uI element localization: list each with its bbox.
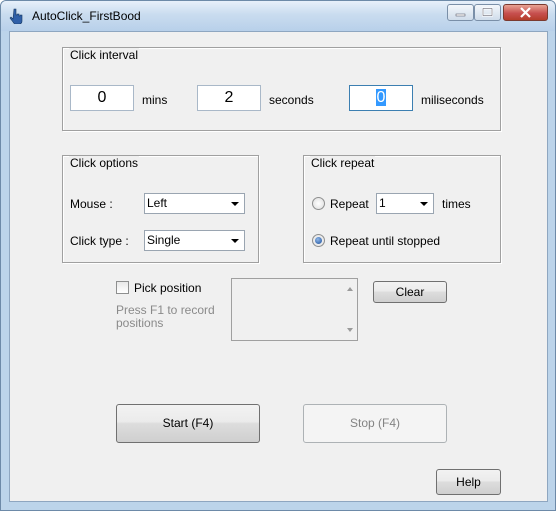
click-type-select[interactable]: Single xyxy=(144,230,245,251)
mouse-label: Mouse : xyxy=(70,197,113,211)
click-type-label: Click type : xyxy=(70,234,129,248)
app-hand-icon xyxy=(9,8,23,24)
stop-button[interactable]: Stop (F4) xyxy=(303,404,447,443)
minimize-icon xyxy=(455,13,466,17)
window-title: AutoClick_FirstBood xyxy=(32,9,141,23)
pick-position-label[interactable]: Pick position xyxy=(134,281,201,295)
repeat-count-select[interactable]: 1 xyxy=(376,193,434,214)
click-repeat-group: Click repeat Repeat 1 times Repeat until… xyxy=(303,155,501,263)
repeat-radio[interactable] xyxy=(312,197,325,210)
repeat-count-value: 1 xyxy=(379,196,386,210)
record-hint-line2: positions xyxy=(116,316,164,330)
dropdown-arrow-icon xyxy=(231,239,239,243)
positions-list[interactable] xyxy=(231,278,358,341)
milliseconds-value: 0 xyxy=(375,89,387,106)
repeat-label[interactable]: Repeat xyxy=(330,197,369,211)
minimize-button[interactable] xyxy=(447,4,474,21)
pick-position-checkbox[interactable] xyxy=(116,281,129,294)
click-interval-label: Click interval xyxy=(69,48,140,62)
click-repeat-label: Click repeat xyxy=(310,156,376,170)
help-button[interactable]: Help xyxy=(436,469,501,495)
click-interval-group: Click interval 0 mins 2 seconds 0 milise… xyxy=(62,47,501,131)
click-options-group: Click options Mouse : Left Click type : … xyxy=(62,155,259,263)
scroll-down-icon[interactable] xyxy=(347,328,353,332)
close-button[interactable] xyxy=(503,4,548,21)
repeat-until-stopped-radio[interactable] xyxy=(312,234,325,247)
mins-input[interactable]: 0 xyxy=(70,85,134,111)
mins-label: mins xyxy=(142,93,168,107)
main-panel: Click interval 0 mins 2 seconds 0 milise… xyxy=(9,31,548,502)
milliseconds-input[interactable]: 0 xyxy=(349,85,413,111)
clear-button[interactable]: Clear xyxy=(373,281,447,303)
app-window: AutoClick_FirstBood Click interval 0 min… xyxy=(0,0,556,511)
click-options-label: Click options xyxy=(69,156,140,170)
milliseconds-label: miliseconds xyxy=(421,93,484,107)
maximize-button[interactable] xyxy=(474,4,501,21)
mouse-select[interactable]: Left xyxy=(144,193,245,214)
close-icon xyxy=(520,7,531,18)
seconds-input[interactable]: 2 xyxy=(197,85,261,111)
dropdown-arrow-icon xyxy=(420,202,428,206)
times-label: times xyxy=(442,197,471,211)
click-type-select-value: Single xyxy=(147,233,181,247)
scroll-up-icon[interactable] xyxy=(347,287,353,291)
maximize-icon xyxy=(482,7,493,17)
dropdown-arrow-icon xyxy=(231,202,239,206)
seconds-label: seconds xyxy=(269,93,314,107)
start-button[interactable]: Start (F4) xyxy=(116,404,260,443)
repeat-until-stopped-label[interactable]: Repeat until stopped xyxy=(330,234,440,248)
mouse-select-value: Left xyxy=(147,196,168,210)
title-bar[interactable]: AutoClick_FirstBood xyxy=(1,1,555,31)
